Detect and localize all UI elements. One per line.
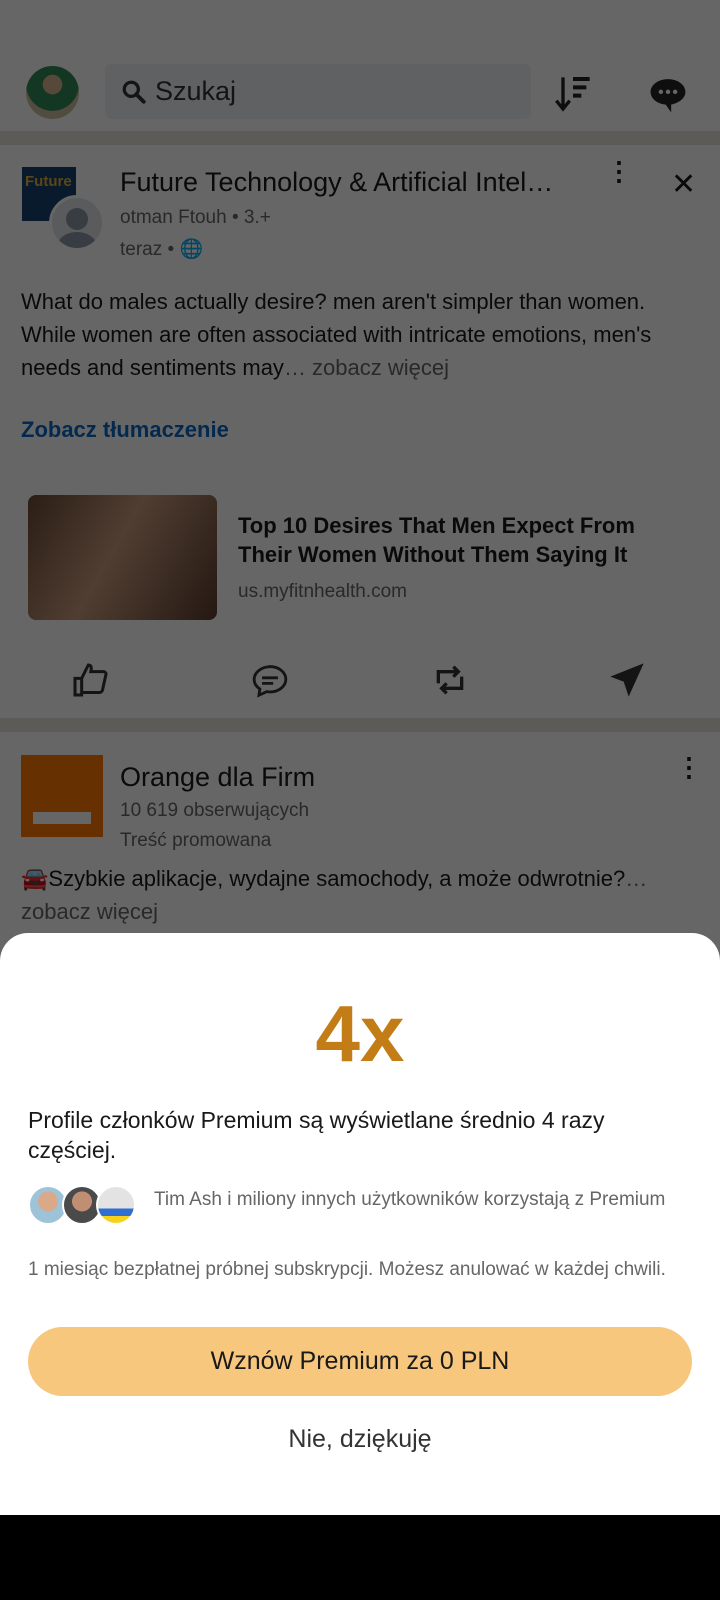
- feed-post: Future Future Technology & Artificial In…: [0, 145, 720, 718]
- post-subtitle: otman Ftouh • 3.+: [120, 207, 271, 228]
- promoted-label: Treść promowana: [120, 830, 272, 851]
- like-icon[interactable]: [70, 660, 110, 700]
- feed-post: Orange dla Firm 10 619 obserwujących Tre…: [0, 732, 720, 933]
- search-icon: [122, 80, 146, 104]
- author-avatar[interactable]: [49, 195, 105, 251]
- trial-text: 1 miesiąc bezpłatnej próbnej subskrypcji…: [28, 1259, 666, 1280]
- company-logo[interactable]: [21, 755, 103, 837]
- post-author[interactable]: Orange dla Firm: [120, 762, 315, 793]
- globe-icon: 🌐: [179, 239, 204, 260]
- more-options-icon[interactable]: ⋮: [676, 752, 702, 783]
- link-domain: us.myfitnhealth.com: [238, 581, 407, 602]
- profile-avatar[interactable]: [26, 66, 79, 119]
- top-bar: Szukaj: [0, 0, 720, 132]
- post-author[interactable]: Future Technology & Artificial Intel…: [120, 167, 553, 198]
- translate-link[interactable]: Zobacz tłumaczenie: [21, 417, 229, 443]
- premium-description: Profile członków Premium są wyświetlane …: [28, 1107, 605, 1163]
- search-input[interactable]: Szukaj: [105, 64, 531, 119]
- post-followers: 10 619 obserwujących: [120, 800, 310, 821]
- avatar: [96, 1185, 136, 1225]
- search-placeholder: Szukaj: [155, 76, 237, 106]
- feed-divider: [0, 131, 720, 145]
- more-options-icon[interactable]: ⋮: [606, 158, 632, 184]
- link-title[interactable]: Top 10 Desires That Men Expect From Thei…: [238, 511, 678, 569]
- post-text: What do males actually desire? men aren'…: [21, 289, 652, 380]
- feed-divider: [0, 718, 720, 732]
- member-avatars: [28, 1185, 138, 1229]
- send-icon[interactable]: [607, 660, 647, 700]
- close-icon[interactable]: ✕: [671, 167, 696, 202]
- social-proof-text: Tim Ash i miliony innych użytkowników ko…: [154, 1189, 666, 1210]
- repost-icon[interactable]: [430, 660, 470, 700]
- messaging-icon[interactable]: [648, 76, 688, 114]
- premium-headline: 4x: [315, 989, 405, 1078]
- link-thumbnail[interactable]: [28, 495, 217, 620]
- post-time: teraz • 🌐: [120, 239, 204, 260]
- resume-premium-button[interactable]: Wznów Premium za 0 PLN: [28, 1327, 692, 1396]
- dismiss-button[interactable]: Nie, dziękuję: [0, 1425, 720, 1454]
- sort-icon[interactable]: [553, 74, 593, 114]
- system-nav-bar: [0, 1515, 720, 1600]
- post-text: 🚘Szybkie aplikacje, wydajne samochody, a…: [21, 866, 648, 924]
- comment-icon[interactable]: [250, 662, 290, 700]
- see-more-link[interactable]: … zobacz więcej: [284, 355, 449, 380]
